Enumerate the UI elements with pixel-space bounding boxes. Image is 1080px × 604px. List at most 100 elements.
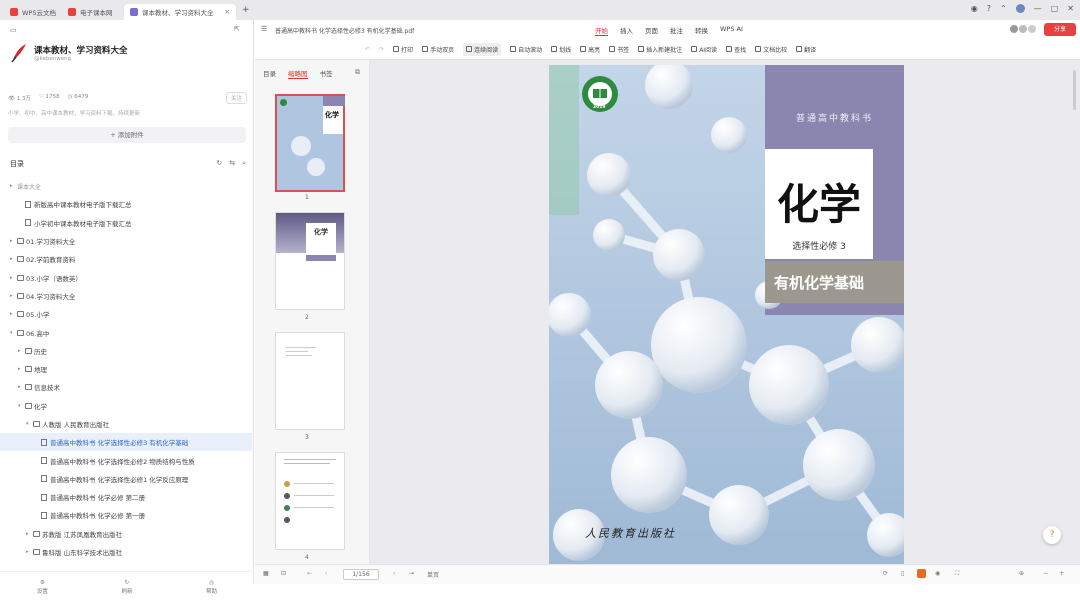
share-button[interactable]: 分享 [1044,23,1076,36]
next-page-icon[interactable]: › [393,570,395,577]
toc-folder-item[interactable]: ▸ 鲁科版 山东科学技术出版社 [0,543,252,561]
thumbnail-page-4[interactable] [275,452,345,550]
toolbar-button[interactable]: 连续阅读 [463,42,502,56]
page-input[interactable]: 1/156 [343,569,379,580]
account-icon[interactable]: ◉ [971,4,978,13]
chevron-icon[interactable]: ▸ [10,238,17,244]
close-icon[interactable]: ✕ [225,8,230,16]
settings-button[interactable]: ⚙ 设置 [37,579,48,597]
toc-folder-item[interactable]: ▸ 05.小学 [0,305,252,323]
toc-doc-item[interactable]: 普通高中教科书 化学选择性必修3 有机化学基础 [0,433,252,452]
zoom-icon[interactable]: ⊕ [1019,570,1024,577]
refresh-button[interactable]: ↻ 刷新 [121,579,132,597]
toc-folder-item[interactable]: ▸ 历史 [0,342,252,360]
document-viewer[interactable]: 2019 普通高中教科书 化学 选择性必修 3 有机化学基础 人民教育出版社 [370,60,1080,564]
toolbar-button[interactable]: 自动滚动 [510,45,542,54]
sidebar-export-icon[interactable]: ⇱ [234,25,240,33]
menu-item[interactable]: 批注 [670,25,683,36]
toolbar-button[interactable]: 划线 [551,45,571,54]
maximize-icon[interactable]: ▢ [1051,4,1059,13]
single-page-icon[interactable]: ▯ [901,570,904,577]
redo-icon[interactable]: ↷ [379,46,384,53]
toolbar-button[interactable]: AI阅读 [691,45,717,54]
toc-folder-item[interactable]: ▸ 课本大全 [0,177,252,195]
toc-doc-item[interactable]: 普通高中教科书 化学选择性必修1 化学反应原理 [0,470,252,488]
minimize-icon[interactable]: — [1034,4,1042,13]
help-button[interactable]: ◎ 帮助 [206,579,217,597]
chevron-icon[interactable]: ▾ [18,403,25,409]
chevron-icon[interactable]: ▸ [10,275,17,281]
toc-doc-item[interactable]: 普通高中教科书 化学必修 第二册 [0,488,252,506]
tab-wps[interactable]: WPS云文档 [4,4,62,20]
view-mode[interactable]: 单页 [427,570,439,579]
toc-doc-item[interactable]: 新版高中课本教材电子版下载汇总 [0,195,252,213]
chevron-icon[interactable]: ▸ [10,293,17,299]
avatar[interactable] [1015,4,1025,13]
chevron-icon[interactable]: ▸ [10,183,17,189]
menu-item[interactable]: 转换 [695,25,708,36]
zoom-out-icon[interactable]: − [1043,570,1048,577]
chevron-icon[interactable]: ▸ [26,549,33,555]
first-page-icon[interactable]: ⇤ [307,570,312,577]
refresh-icon[interactable]: ↻ [216,159,222,168]
chevron-icon[interactable]: ▸ [18,348,25,354]
menu-item[interactable]: WPS AI [720,25,743,36]
search-icon[interactable]: ⌕ [242,159,246,168]
toc-folder-item[interactable]: ▸ 苏教版 江苏凤凰教育出版社 [0,525,252,543]
collapse-icon[interactable]: ⌃ [1000,4,1007,13]
toc-folder-item[interactable]: ▾ 06.高中 [0,323,252,341]
thumbnail-tab[interactable]: 目录 [263,68,276,79]
last-page-icon[interactable]: ⇥ [409,570,414,577]
chevron-icon[interactable]: ▸ [26,531,33,537]
menu-item[interactable]: 插入 [620,25,633,36]
toolbar-button[interactable]: 打印 [393,45,413,54]
toolbar-button[interactable]: 翻译 [796,45,816,54]
add-attachment-button[interactable]: + 添加附件 [8,127,246,143]
menu-item[interactable]: 页面 [645,25,658,36]
collapse-all-icon[interactable]: ⇆ [229,159,235,168]
window-close-icon[interactable]: ✕ [1067,4,1074,13]
record-icon[interactable] [917,569,926,578]
help-icon[interactable]: ? [987,4,991,13]
toolbar-button[interactable]: 书签 [609,45,629,54]
toc-folder-item[interactable]: ▸ 04.学习资料大全 [0,287,252,305]
chevron-icon[interactable]: ▸ [10,311,17,317]
toc-folder-item[interactable]: ▾ 化学 [0,397,252,415]
toc-folder-item[interactable]: ▸ 03.小学（语数英） [0,268,252,286]
zoom-in-icon[interactable]: + [1059,570,1064,577]
thumbnail-page-3[interactable] [275,332,345,430]
follow-button[interactable]: 关注 [226,92,248,104]
thumbnail-tab[interactable]: 缩略图 [288,68,308,79]
document-title[interactable]: 普通高中教科书 化学选择性必修3 有机化学基础.pdf [275,26,414,35]
chevron-icon[interactable]: ▸ [10,256,17,262]
toc-folder-item[interactable]: ▸ 02.学前教育资料 [0,250,252,268]
chevron-icon[interactable]: ▾ [10,330,17,336]
toolbar-button[interactable]: 文档比较 [755,45,787,54]
thumbnail-page-1[interactable]: 化学 [275,94,345,192]
collaborator-avatars[interactable] [1010,25,1036,33]
chevron-icon[interactable]: ▸ [18,384,25,390]
fullscreen-icon[interactable]: ⛶ [955,570,959,578]
sidebar-toggle-icon[interactable]: ▭ [10,26,17,34]
toolbar-button[interactable]: 高亮 [580,45,600,54]
toolbar-button[interactable]: 查找 [726,45,746,54]
menu-icon[interactable]: ☰ [261,25,267,33]
toolbar-button[interactable]: 手动双页 [422,45,454,54]
sidebar-view-icon[interactable]: ▦ [263,570,269,577]
undo-icon[interactable]: ↶ [365,46,370,53]
toc-folder-item[interactable]: ▾ 人教版 人民教育出版社 [0,415,252,433]
prev-page-icon[interactable]: ‹ [325,570,327,577]
chevron-icon[interactable]: ▾ [26,421,33,427]
toc-doc-item[interactable]: 普通高中教科书 化学必修 第一册 [0,506,252,524]
chevron-icon[interactable]: ▸ [18,366,25,372]
new-tab-button[interactable]: + [242,5,250,15]
panel-toggle-icon[interactable]: ⧉ [355,68,360,77]
ai-assistant-icon[interactable]: ? [1043,526,1061,544]
fit-icon[interactable]: ⊡ [281,570,286,577]
toc-doc-item[interactable]: 普通高中教科书 化学选择性必修2 物质结构与性质 [0,451,252,469]
toolbar-button[interactable]: 插入新建批注 [638,45,682,54]
thumbnail-page-2[interactable]: 化学 [275,212,345,310]
toc-folder-item[interactable]: ▸ 信息技术 [0,378,252,396]
tab-kb[interactable]: 课本教材、学习资料大全 ✕ [124,4,236,20]
thumbnail-tab[interactable]: 书签 [320,68,333,79]
